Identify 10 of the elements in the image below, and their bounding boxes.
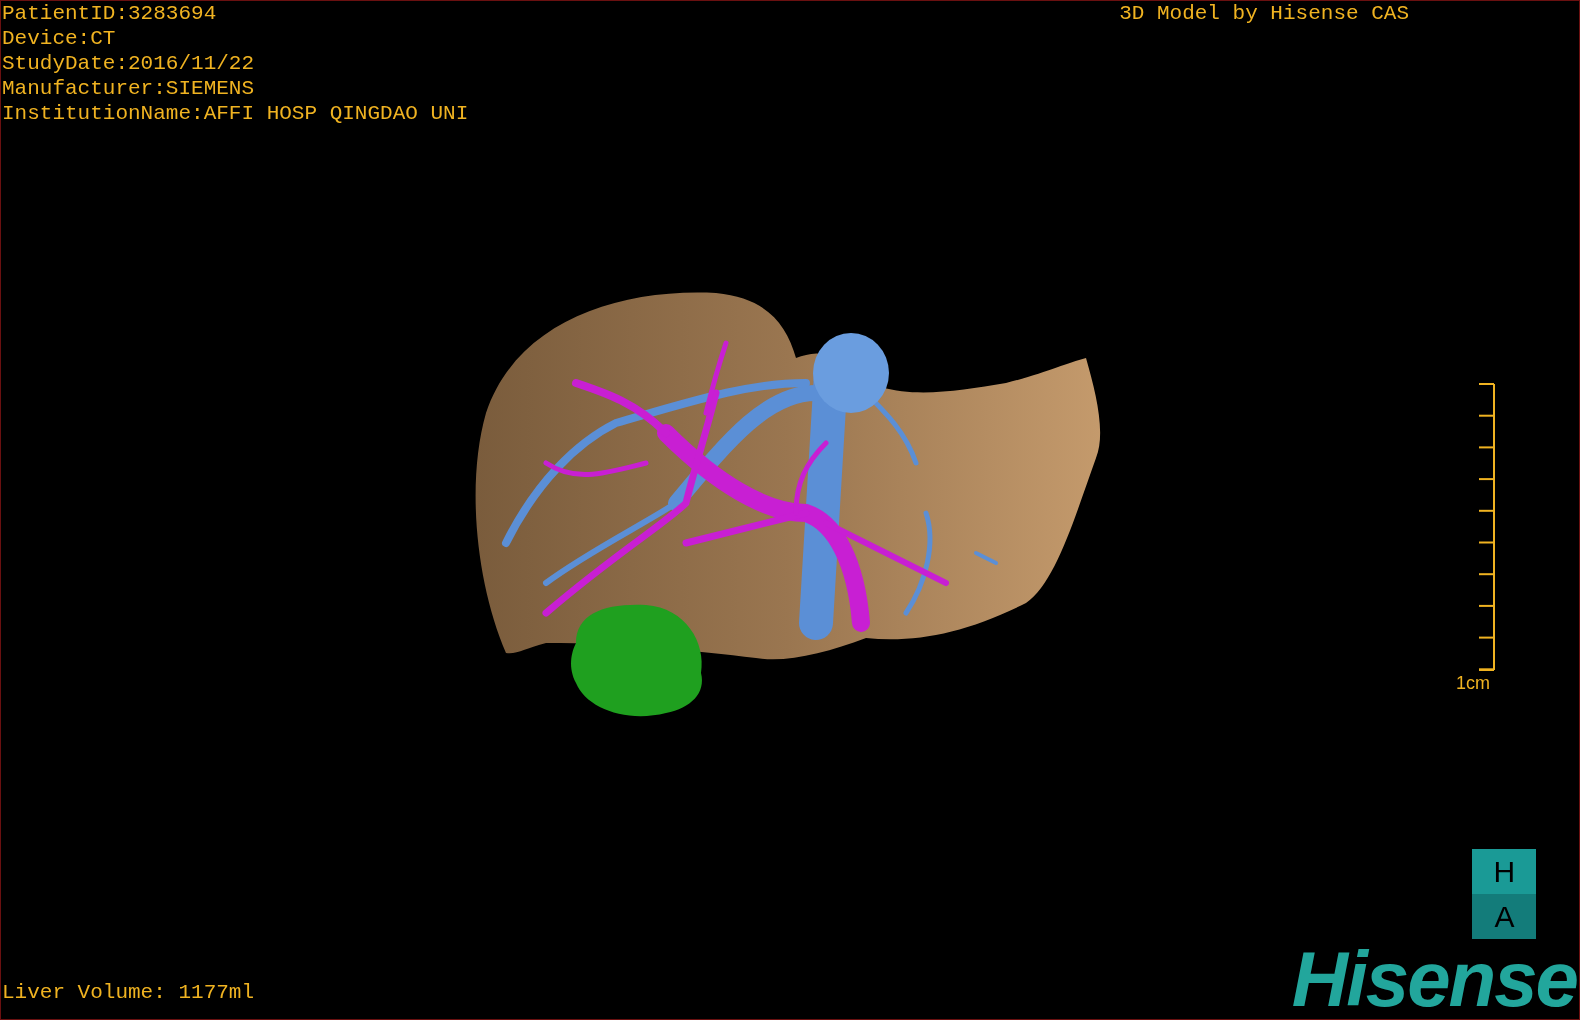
study-info-line: StudyDate:2016/11/22 — [2, 51, 256, 76]
scale-label: 1cm — [1456, 673, 1490, 694]
study-info-line: Device:CT — [2, 26, 117, 51]
brand-logo: Hisense — [1291, 939, 1577, 1019]
liver-volume: Liver Volume: 1177ml — [2, 980, 255, 1005]
study-info-line: PatientID:3283694 — [2, 1, 218, 26]
viewer-title: 3D Model by Hisense CAS — [1119, 1, 1409, 26]
orientation-cube[interactable]: H A — [1472, 849, 1537, 939]
study-info-line: Manufacturer:SIEMENS — [2, 76, 256, 101]
study-info-line: InstitutionName:AFFI HOSP QINGDAO UNI — [2, 101, 469, 126]
